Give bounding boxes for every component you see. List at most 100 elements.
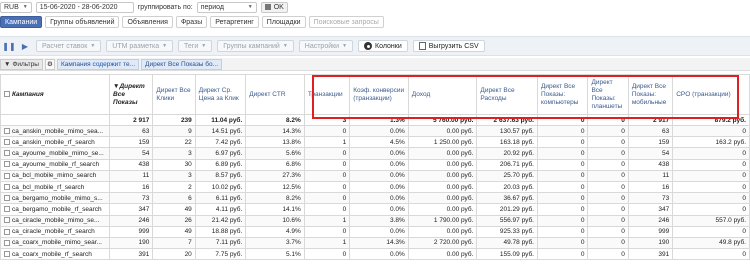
filter-chip-campaign[interactable]: Кампания содержит те... [56,58,140,70]
column-header-ctr[interactable]: Директ CTR [245,74,305,115]
column-header-conversion-rate[interactable]: Коэф. конверсии (транзакции) [349,74,409,115]
table-cell: 6.89 руб. [194,158,247,171]
row-checkbox[interactable] [4,195,10,201]
campaign-name-cell[interactable]: ca_ciracle_mobile_mimo_se... [0,214,111,227]
table-cell: 8.2% [245,192,305,205]
table-cell: 438 [109,158,154,171]
table-cell: 0.0% [349,169,409,182]
column-header-impressions-desktop[interactable]: Директ Все Показы: компьютеры [536,74,589,115]
utm-button[interactable]: UTM разметка ▼ [106,40,174,52]
table-row[interactable]: ca_anskin_mobile_rf_search 159 22 7.42 руб.… [0,136,750,149]
campaign-name-cell[interactable]: ca_ciracle_mobile_rf_search [0,225,111,238]
table-header-row: Кампания ▼Директ Все Показы Директ Все К… [0,74,750,115]
table-row[interactable]: ca_bergamo_mobile_mimo_s... 73 6 6.11 руб. 8… [0,192,750,205]
filter-chip-operator: содержит [92,60,122,68]
group-by-label: группировать по: [137,3,193,11]
column-header-campaign[interactable]: Кампания [0,74,111,115]
tab-search-queries[interactable]: Поисковые запросы [308,16,384,28]
table-cell: 0 [536,180,589,194]
tab-campaigns[interactable]: Кампании [0,16,43,28]
row-checkbox[interactable] [4,150,10,157]
row-checkbox[interactable] [4,217,10,224]
columns-button[interactable]: Колонки [358,40,408,52]
column-header-revenue[interactable]: Доход [407,74,478,115]
row-checkbox[interactable] [4,172,10,179]
chevron-down-icon: ▼ [342,43,348,49]
tab-phrases[interactable]: Фразы [175,16,208,28]
row-checkbox[interactable] [4,228,10,235]
table-row[interactable]: ca_ciracle_mobile_mimo_se... 246 26 21.42 р… [0,214,750,227]
row-checkbox[interactable] [4,127,10,134]
campaign-name-cell[interactable]: ca_anskin_mobile_mimo_sea... [0,124,111,138]
play-icon[interactable]: ▶ [20,41,30,51]
campaign-name: ca_anskin_mobile_mimo_sea... [12,127,104,135]
export-csv-button[interactable]: Выгрузить CSV [412,40,485,52]
table-cell: 0 [587,136,629,149]
row-checkbox[interactable] [4,139,10,146]
campaign-groups-button[interactable]: Группы кампаний ▼ [217,40,294,52]
table-cell: 10.6% [245,214,305,227]
campaign-name-cell[interactable]: ca_bcl_mobile_mimo_search [0,169,111,182]
filter-settings-icon[interactable]: ⚙ [44,58,55,70]
campaign-name-cell[interactable]: ca_ayoume_mobile_rf_search [0,158,111,171]
table-row[interactable]: ca_ciracle_mobile_rf_search 999 49 18.88 ру… [0,225,750,238]
column-header-impressions[interactable]: ▼Директ Все Показы [109,74,154,115]
table-cell: 246 [627,214,674,227]
campaign-name-cell[interactable]: ca_coarx_mobile_mimo_sear... [0,236,111,250]
tags-button[interactable]: Теги ▼ [178,40,213,52]
top-controls: RUB ▼ 15-06-2020 - 28-06-2020 группирова… [0,0,750,14]
campaign-name-cell[interactable]: ca_ayoume_mobile_mimo_se... [0,147,111,160]
row-checkbox[interactable] [4,161,10,168]
table-row[interactable]: ca_bcl_mobile_rf_search 16 2 10.02 руб. 12.5… [0,180,750,194]
table-cell: 0 [587,124,629,138]
table-row[interactable]: ca_ayoume_mobile_rf_search 438 30 6.89 руб.… [0,158,750,171]
campaign-name-cell[interactable]: ca_bergamo_mobile_rf_search [0,203,111,216]
table-cell: 0 [672,147,750,160]
row-checkbox[interactable] [4,183,10,190]
column-header-impressions-mobile[interactable]: Директ Все Показы: мобильные [627,74,674,115]
table-row[interactable]: ca_coarx_mobile_mimo_sear... 190 7 7.11 руб… [0,236,750,250]
table-cell: 0 [587,225,629,238]
column-header-transactions[interactable]: Транзакции [303,74,351,115]
table-row[interactable]: ca_ayoume_mobile_mimo_se... 54 3 6.97 руб. 5… [0,147,750,160]
filter-chip-impressions[interactable]: Директ Все Показы бо... [141,58,223,70]
column-header-cost[interactable]: Директ Все Расходы [476,74,538,115]
currency-select[interactable]: RUB ▼ [0,1,32,13]
campaign-name-cell[interactable]: ca_bcl_mobile_rf_search [0,180,111,194]
table-row[interactable]: ca_coarx_mobile_rf_search 391 20 7.75 руб. 5… [0,248,750,261]
table-cell: 20 [152,248,196,261]
tab-placements[interactable]: Площадки [261,16,306,28]
table-cell: 14.1% [245,203,305,216]
table-row[interactable]: ca_bergamo_mobile_rf_search 347 49 4.11 руб… [0,203,750,216]
table-cell: 1 [303,236,351,250]
column-header-cpo[interactable]: CPO (транзакции) [672,74,750,115]
campaign-name-cell[interactable]: ca_anskin_mobile_rf_search [0,136,111,149]
tab-ads[interactable]: Объявления [122,16,173,28]
table-cell: 0.00 руб. [407,203,478,216]
date-range-picker[interactable]: 15-06-2020 - 28-06-2020 [35,1,134,13]
table-row[interactable]: ca_anskin_mobile_mimo_sea... 63 9 14.51 руб… [0,124,750,138]
table-row[interactable]: ca_bcl_mobile_mimo_search 11 3 8.57 руб. 27.… [0,169,750,182]
row-checkbox[interactable] [4,239,10,246]
total-cell: 2 917 [627,114,674,126]
table-cell: 10.02 руб. [194,180,247,194]
row-checkbox[interactable] [4,206,10,213]
filters-button[interactable]: ▼ Фильтры [0,58,43,70]
table-cell: 1 [303,136,351,149]
settings-button[interactable]: Настройки ▼ [298,40,354,52]
column-header-clicks[interactable]: Директ Все Клики [152,74,196,115]
tab-ad-groups[interactable]: Группы объявлений [45,16,120,28]
table-cell: 190 [627,236,674,250]
column-header-avg-cpc[interactable]: Директ Ср. Цена за Клик [194,74,247,115]
campaign-name-cell[interactable]: ca_bergamo_mobile_mimo_s... [0,192,111,205]
tab-retargeting[interactable]: Ретаргетинг [210,16,259,28]
group-by-select[interactable]: период ▼ [196,1,257,13]
table-cell: 557.0 руб. [672,214,750,227]
select-all-checkbox[interactable] [4,90,10,97]
ok-button[interactable]: OK [260,1,288,13]
pause-icon[interactable]: ❚❚ [2,41,15,51]
rate-calc-button[interactable]: Расчет ставок ▼ [36,40,102,52]
campaign-name-cell[interactable]: ca_coarx_mobile_rf_search [0,248,111,261]
row-checkbox[interactable] [4,250,10,257]
column-header-impressions-tablet[interactable]: Директ Все Показы: планшеты [587,74,629,115]
